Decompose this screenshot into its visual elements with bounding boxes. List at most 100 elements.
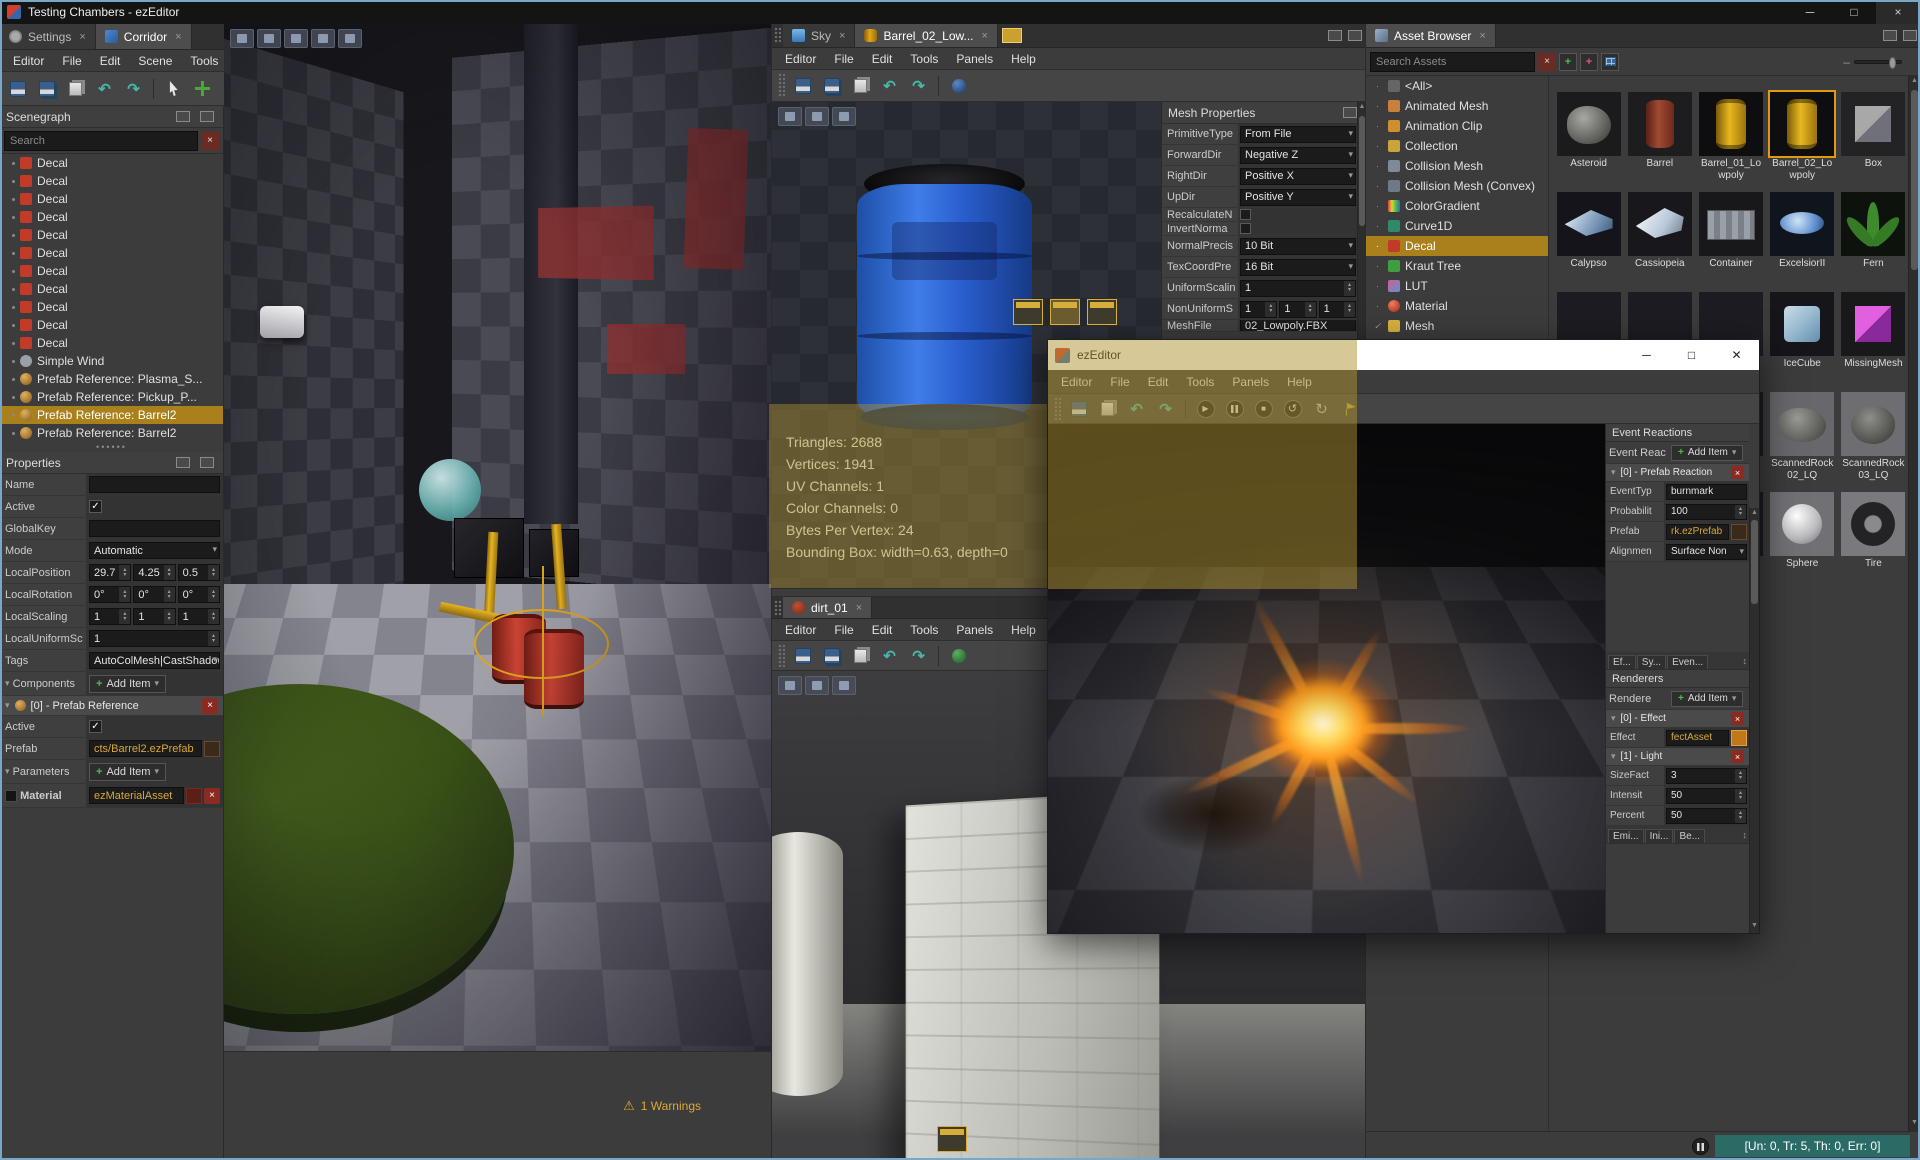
- panel-tab[interactable]: Ini...: [1644, 829, 1674, 843]
- globalkey-field[interactable]: [89, 520, 220, 537]
- scenegraph-item[interactable]: Prefab Reference: Plasma_S...: [0, 370, 223, 388]
- probability-stepper[interactable]: 100 ▴ ▾: [1666, 503, 1747, 520]
- add-event-reaction-button[interactable]: + Add Item ▾: [1671, 444, 1744, 461]
- panel-splitter[interactable]: ••••••: [0, 442, 223, 452]
- scenegraph-item[interactable]: Prefab Reference: Barrel2: [0, 406, 223, 424]
- restart-c-icon[interactable]: [1279, 396, 1306, 422]
- clear-search-icon[interactable]: ×: [201, 131, 219, 150]
- scaling-x-stepper[interactable]: 1 ▴ ▾: [89, 608, 132, 625]
- undo-icon[interactable]: [1123, 396, 1150, 422]
- scaling-y-stepper[interactable]: 1 ▴ ▾: [133, 608, 176, 625]
- scenegraph-item[interactable]: Decal: [0, 190, 223, 208]
- remove-material-icon[interactable]: ×: [204, 787, 220, 804]
- add-component-button[interactable]: + Add Item ▾: [89, 674, 166, 693]
- asset-card[interactable]: Sphere: [1767, 492, 1838, 592]
- remove-icon[interactable]: ×: [1731, 750, 1744, 763]
- scenegraph-item[interactable]: Decal: [0, 244, 223, 262]
- thumbnail-size-slider[interactable]: [1854, 56, 1902, 69]
- texcoord-precision-dropdown[interactable]: 16 Bit: [1240, 258, 1356, 276]
- size-factor-stepper[interactable]: 3 ▴ ▾: [1666, 767, 1747, 784]
- undo-icon[interactable]: [876, 643, 903, 669]
- rotation-z-stepper[interactable]: 0° ▴ ▾: [177, 586, 220, 603]
- camera-icon[interactable]: [230, 29, 254, 48]
- menu-editor[interactable]: Editor: [1052, 375, 1101, 389]
- copy-icon[interactable]: [1094, 396, 1121, 422]
- menu-file[interactable]: File: [825, 623, 862, 637]
- asset-card[interactable]: Barrel_02_Lowpoly: [1767, 90, 1838, 192]
- menu-panels[interactable]: Panels: [947, 623, 1002, 637]
- flag-icon[interactable]: [1337, 396, 1364, 422]
- effect-group[interactable]: ▾ [0] - Effect ×: [1606, 710, 1749, 728]
- asset-type-item[interactable]: · LUT: [1366, 276, 1548, 296]
- maximize-icon[interactable]: [832, 676, 856, 695]
- dock-bottom-indicator[interactable]: [937, 1126, 967, 1152]
- panel-tab[interactable]: Be...: [1674, 829, 1706, 843]
- scenegraph-item[interactable]: Decal: [0, 280, 223, 298]
- asset-type-item[interactable]: · Curve1D: [1366, 216, 1548, 236]
- grid-icon[interactable]: [805, 676, 829, 695]
- asset-search-input[interactable]: [1370, 51, 1535, 72]
- asset-card[interactable]: ScannedRock02_LQ: [1767, 392, 1838, 492]
- prefab-asset-field[interactable]: cts/Barrel2.ezPrefab: [89, 740, 202, 757]
- asset-type-item[interactable]: · Decal: [1366, 236, 1548, 256]
- component-group-header[interactable]: ▾ [0] - Prefab Reference ×: [0, 696, 223, 716]
- browse-material-icon[interactable]: [186, 787, 202, 804]
- normal-precision-dropdown[interactable]: 10 Bit: [1240, 237, 1356, 255]
- scaling-z-stepper[interactable]: 1 ▴ ▾: [177, 608, 220, 625]
- drag-handle[interactable]: [774, 27, 781, 44]
- save-all-icon[interactable]: [818, 73, 845, 99]
- recalculate-normals-checkbox[interactable]: [1240, 209, 1251, 220]
- globe-green-icon[interactable]: [945, 643, 972, 669]
- grid-view-icon[interactable]: [1601, 52, 1619, 71]
- pause-c-icon[interactable]: [1221, 396, 1248, 422]
- menu-help[interactable]: Help: [1278, 375, 1321, 389]
- tab-scroll-icon[interactable]: ↕: [1743, 830, 1748, 840]
- menu-panels[interactable]: Panels: [1223, 375, 1278, 389]
- menu-file[interactable]: File: [825, 52, 862, 66]
- particle-3d-viewport[interactable]: [1048, 424, 1605, 933]
- asset-type-item[interactable]: · Collision Mesh (Convex): [1366, 176, 1548, 196]
- copy-icon[interactable]: [62, 76, 89, 102]
- grid-icon[interactable]: [284, 29, 308, 48]
- menu-help[interactable]: Help: [1002, 52, 1045, 66]
- redo-icon[interactable]: [1152, 396, 1179, 422]
- grid-icon[interactable]: [805, 107, 829, 126]
- remove-component-icon[interactable]: ×: [202, 697, 218, 714]
- scenegraph-item[interactable]: Prefab Reference: Pickup_P...: [0, 388, 223, 406]
- save-all-icon[interactable]: [818, 643, 845, 669]
- minimize-icon[interactable]: ─: [1624, 340, 1669, 370]
- panel-tab[interactable]: Emi...: [1608, 829, 1644, 843]
- panel-close-icon[interactable]: [1903, 30, 1917, 41]
- up-dir-dropdown[interactable]: Positive Y: [1240, 188, 1356, 206]
- drag-handle[interactable]: [778, 644, 785, 667]
- menu-tools[interactable]: Tools: [901, 623, 947, 637]
- undo-icon[interactable]: [91, 76, 118, 102]
- play-c-icon[interactable]: [1192, 396, 1219, 422]
- panel-float-icon[interactable]: [176, 111, 190, 122]
- scenegraph-item[interactable]: Prefab Reference: Barrel2: [0, 424, 223, 442]
- asset-card[interactable]: Asteroid: [1553, 92, 1624, 192]
- frame-icon[interactable]: [311, 29, 335, 48]
- panel-float-icon[interactable]: [1343, 107, 1357, 118]
- dock-center-indicator[interactable]: [1050, 299, 1080, 325]
- camera-icon[interactable]: [778, 107, 802, 126]
- stop-c-icon[interactable]: [1250, 396, 1277, 422]
- close-icon[interactable]: ×: [982, 30, 988, 42]
- save-icon[interactable]: [789, 73, 816, 99]
- active-checkbox[interactable]: ✓: [89, 500, 102, 513]
- panel-tab[interactable]: Sy...: [1636, 655, 1667, 669]
- close-icon[interactable]: ×: [1479, 30, 1485, 42]
- camera-icon[interactable]: [778, 676, 802, 695]
- intensity-stepper[interactable]: 50 ▴ ▾: [1666, 787, 1747, 804]
- save-icon[interactable]: [4, 76, 31, 102]
- redo-icon[interactable]: [905, 73, 932, 99]
- tab-barrel-02[interactable]: Barrel_02_Low... ×: [855, 24, 998, 47]
- maximize-icon[interactable]: [832, 107, 856, 126]
- loop-icon[interactable]: [1308, 396, 1335, 422]
- add-asset-icon[interactable]: +: [1559, 52, 1577, 71]
- component-active-checkbox[interactable]: ✓: [89, 720, 102, 733]
- asset-card[interactable]: IceCube: [1767, 292, 1838, 392]
- panel-close-icon[interactable]: [200, 111, 214, 122]
- prefab-reaction-group[interactable]: ▾ [0] - Prefab Reaction ×: [1606, 464, 1749, 482]
- menu-edit[interactable]: Edit: [91, 54, 130, 68]
